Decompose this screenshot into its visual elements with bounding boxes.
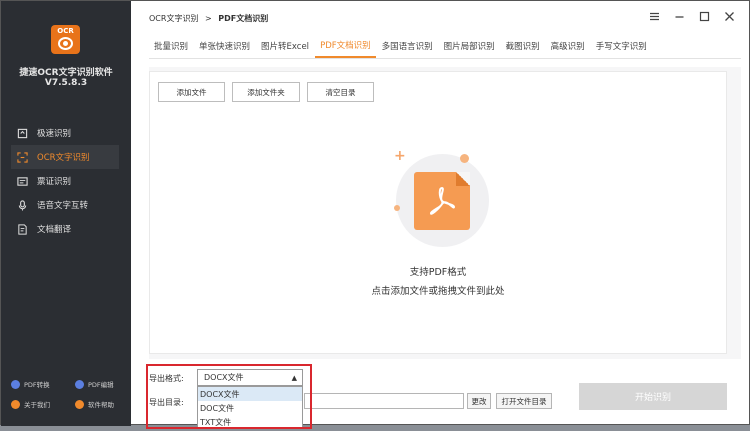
tab-single-fast[interactable]: 单张快速识别: [194, 34, 255, 58]
dot-decoration: [460, 154, 469, 163]
pdf-file-icon: [414, 172, 470, 230]
supported-format-text: 支持PDF格式: [409, 267, 467, 278]
close-icon[interactable]: [723, 10, 735, 22]
tab-bar: 批量识别 单张快速识别 图片转Excel PDF文档识别 多国语言识别 图片局部…: [149, 34, 741, 59]
tab-advanced[interactable]: 高级识别: [546, 34, 590, 58]
fast-recognition-icon: [17, 128, 28, 139]
export-dir-input[interactable]: [304, 393, 464, 409]
minimize-icon[interactable]: [673, 10, 685, 22]
export-format-label: 导出格式:: [149, 374, 184, 383]
tab-multilanguage[interactable]: 多国语言识别: [377, 34, 438, 58]
pdf-edit-label: PDF编辑: [88, 381, 114, 389]
breadcrumb-separator: >: [205, 14, 212, 23]
app-name: 捷速OCR文字识别软件: [19, 68, 113, 78]
export-format-select[interactable]: DOCX文件 ▲: [197, 369, 303, 386]
add-file-button[interactable]: 添加文件: [158, 82, 225, 102]
tab-batch[interactable]: 批量识别: [149, 34, 193, 58]
microphone-icon: [17, 199, 28, 211]
sidebar-item-label: OCR文字识别: [37, 153, 90, 163]
add-folder-button[interactable]: 添加文件夹: [232, 82, 300, 102]
dropdown-option-docx[interactable]: DOCX文件: [198, 387, 302, 401]
tab-image-to-excel[interactable]: 图片转Excel: [256, 34, 314, 58]
app-logo: OCR: [51, 25, 80, 54]
start-recognition-button[interactable]: 开始识别: [579, 383, 727, 410]
sidebar: OCR 捷速OCR文字识别软件 V7.5.8.3 极速识别 OCR文字识别 票证…: [1, 1, 131, 426]
sidebar-item-label: 极速识别: [37, 129, 72, 139]
pdf-convert-label: PDF转换: [24, 381, 50, 389]
tab-pdf[interactable]: PDF文档识别: [315, 34, 376, 58]
sidebar-item-translate[interactable]: 文档翻译: [11, 217, 119, 241]
document-translate-icon: [17, 223, 28, 235]
tab-handwriting[interactable]: 手写文字识别: [591, 34, 652, 58]
pdf-edit-link[interactable]: PDF编辑: [75, 379, 114, 389]
breadcrumb-current: PDF文档识别: [218, 14, 269, 23]
menu-icon[interactable]: [648, 10, 660, 22]
help-icon: [75, 399, 84, 409]
maximize-icon[interactable]: [698, 10, 710, 22]
app-version: V7.5.8.3: [44, 78, 88, 88]
logo-text: OCR: [57, 27, 74, 35]
plus-decoration-icon: +: [394, 148, 406, 164]
pdf-convert-link[interactable]: PDF转换: [11, 379, 50, 389]
file-dropzone[interactable]: 添加文件 添加文件夹 清空目录 + 支持PDF格式 点击添加文件或拖拽文件到此处: [149, 71, 727, 354]
sidebar-item-voice[interactable]: 语音文字互转: [11, 193, 119, 217]
help-link[interactable]: 软件帮助: [75, 399, 114, 409]
dot-decoration: [394, 205, 400, 211]
about-us-link[interactable]: 关于我们: [11, 399, 50, 409]
drop-instruction-text: 点击添加文件或拖拽文件到此处: [371, 286, 505, 297]
breadcrumb-parent[interactable]: OCR文字识别: [149, 14, 198, 23]
pdf-convert-icon: [11, 379, 20, 389]
sidebar-item-ticket[interactable]: 票证识别: [11, 169, 119, 193]
sidebar-item-label: 语音文字互转: [37, 201, 89, 211]
breadcrumb: OCR文字识别 > PDF文档识别: [149, 13, 268, 24]
ticket-icon: [17, 176, 28, 187]
sidebar-item-fast-recognition[interactable]: 极速识别: [11, 121, 119, 145]
sidebar-nav: 极速识别 OCR文字识别 票证识别 语音文字互转 文档翻译: [11, 121, 119, 241]
tab-image-partial[interactable]: 图片局部识别: [439, 34, 500, 58]
about-us-label: 关于我们: [24, 401, 50, 409]
dropdown-option-doc[interactable]: DOC文件: [198, 401, 302, 415]
clear-list-button[interactable]: 清空目录: [307, 82, 374, 102]
pdf-edit-icon: [75, 379, 84, 389]
open-folder-button[interactable]: 打开文件目录: [496, 393, 552, 409]
window-controls: [648, 10, 735, 22]
change-dir-button[interactable]: 更改: [467, 393, 491, 409]
tab-screenshot[interactable]: 截图识别: [501, 34, 545, 58]
export-dir-label: 导出目录:: [149, 398, 184, 407]
sidebar-item-label: 文档翻译: [37, 225, 72, 235]
dropdown-option-txt[interactable]: TXT文件: [198, 415, 302, 429]
app-window: OCR 捷速OCR文字识别软件 V7.5.8.3 极速识别 OCR文字识别 票证…: [0, 0, 750, 429]
about-icon: [11, 399, 20, 409]
sidebar-item-ocr[interactable]: OCR文字识别: [11, 145, 119, 169]
file-toolbar: 添加文件 添加文件夹 清空目录: [158, 82, 374, 102]
export-format-value: DOCX文件: [204, 373, 244, 382]
export-format-dropdown: DOCX文件 DOC文件 TXT文件: [197, 386, 303, 428]
caret-up-icon: ▲: [291, 374, 297, 382]
eye-icon: [58, 37, 73, 50]
sidebar-item-label: 票证识别: [37, 177, 72, 187]
help-label: 软件帮助: [88, 401, 114, 409]
ocr-scan-icon: [17, 151, 28, 163]
